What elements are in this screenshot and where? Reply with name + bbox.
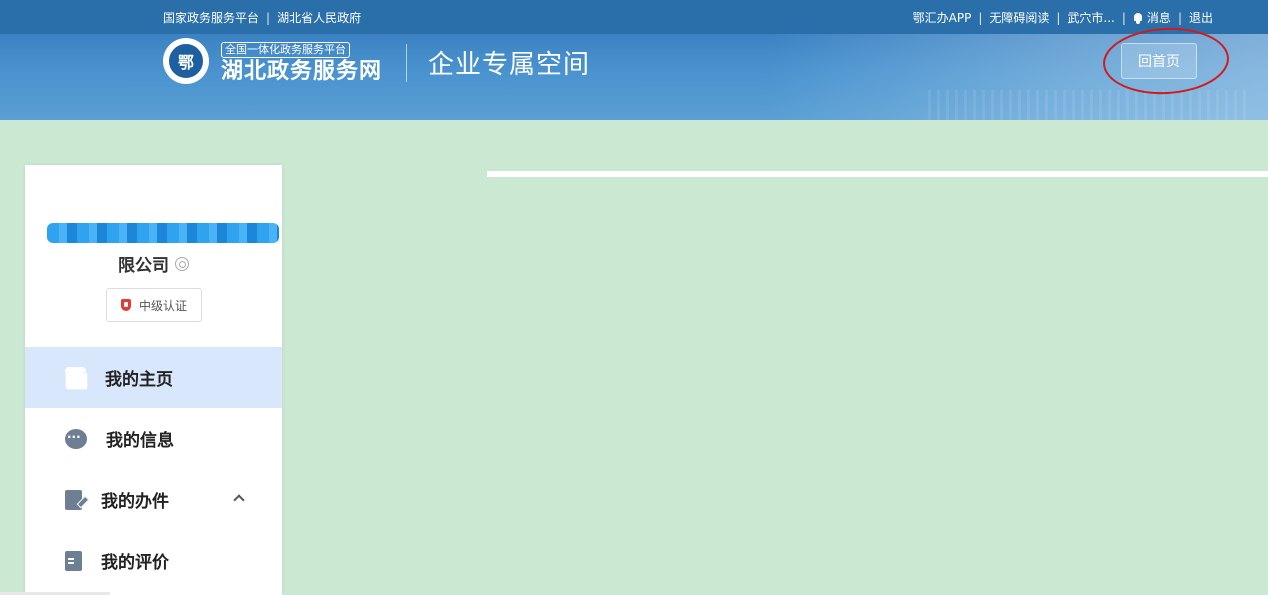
redacted-company-name	[47, 223, 279, 243]
top-utility-bar: 国家政务服务平台 | 湖北省人民政府 鄂汇办APP | 无障碍阅读 | 武穴市.…	[0, 0, 1268, 34]
separator: |	[266, 10, 271, 25]
logo-subtitle: 全国一体化政务服务平台	[221, 42, 350, 58]
certification-badge: 中级认证	[106, 288, 202, 322]
settings-icon[interactable]	[175, 257, 189, 271]
sidebar-item-home[interactable]: 我的主页	[25, 347, 282, 408]
messages-link[interactable]: 消息	[1133, 9, 1171, 26]
sidebar-item-info[interactable]: 我的信息	[25, 408, 282, 469]
content-top-bar	[487, 171, 1268, 177]
banner-skyline	[928, 90, 1248, 120]
logo-emblem-icon[interactable]: 鄂	[163, 38, 209, 84]
logo-title: 湖北政务服务网	[221, 59, 383, 84]
shield-icon	[120, 299, 131, 311]
home-icon	[65, 367, 88, 390]
page-title: 企业专属空间	[428, 50, 591, 80]
sidebar-item-reviews[interactable]: 我的评价	[25, 530, 282, 591]
separator: |	[978, 10, 983, 25]
header-banner: 鄂 全国一体化政务服务平台 湖北政务服务网 企业专属空间 回首页	[0, 34, 1268, 120]
topbar-right-links: 鄂汇办APP | 无障碍阅读 | 武穴市... | 消息 | 退出	[913, 9, 1213, 26]
chat-icon	[65, 428, 87, 449]
back-home-button[interactable]: 回首页	[1121, 43, 1197, 79]
user-region-link[interactable]: 武穴市...	[1067, 9, 1114, 26]
sidebar-item-applications[interactable]: 我的办件	[25, 469, 282, 530]
sidebar: 限公司 中级认证 我的主页 我的信息 我的办件 我的评价	[25, 165, 282, 595]
sidebar-item-label: 我的办件	[101, 492, 169, 512]
document-edit-icon	[65, 489, 82, 510]
chevron-up-icon[interactable]	[233, 494, 245, 506]
sidebar-item-label: 我的主页	[105, 370, 173, 390]
provincial-gov-link[interactable]: 湖北省人民政府	[277, 9, 361, 26]
accessibility-link[interactable]: 无障碍阅读	[989, 9, 1049, 26]
separator: |	[1177, 10, 1182, 25]
logout-link[interactable]: 退出	[1189, 9, 1213, 26]
header-divider	[406, 44, 407, 82]
company-name-suffix: 限公司	[118, 256, 169, 276]
company-name: 限公司	[25, 251, 282, 276]
site-logo[interactable]: 全国一体化政务服务平台 湖北政务服务网	[221, 38, 382, 86]
document-icon	[65, 550, 82, 571]
logo-emblem-inner: 鄂	[167, 42, 205, 80]
app-link[interactable]: 鄂汇办APP	[913, 9, 972, 26]
separator: |	[1056, 10, 1061, 25]
certification-label: 中级认证	[138, 298, 187, 313]
bell-icon	[1133, 12, 1143, 24]
sidebar-item-label: 我的评价	[101, 553, 169, 573]
national-platform-link[interactable]: 国家政务服务平台	[163, 9, 259, 26]
sidebar-item-label: 我的信息	[106, 431, 174, 451]
separator: |	[1121, 10, 1126, 25]
messages-label: 消息	[1146, 11, 1171, 25]
sidebar-menu: 我的主页 我的信息 我的办件 我的评价	[25, 347, 282, 591]
topbar-left-links: 国家政务服务平台 | 湖北省人民政府	[163, 9, 361, 26]
